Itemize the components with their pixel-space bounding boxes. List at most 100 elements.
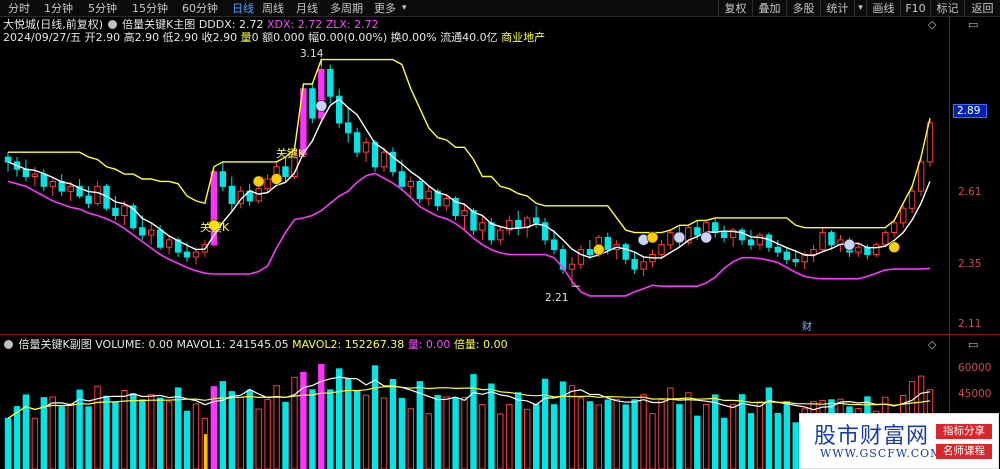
volume-bar [246, 389, 253, 469]
candle-body [94, 185, 101, 204]
volume-bar [676, 404, 683, 469]
signal-face-icon [843, 238, 856, 251]
high-price-annotation: 3.14 [300, 48, 324, 60]
mavol1-line [7, 376, 931, 419]
volume-bar [783, 401, 790, 469]
volume-bar [398, 397, 406, 469]
sub-indicator-line: 倍量关键K副图 VOLUME: 0.00 MAVOL1: 241545.05 M… [3, 338, 508, 352]
candle-body [819, 232, 826, 251]
watermark-url: WWW.GSCFW.COM [820, 447, 943, 460]
volume-bar [112, 401, 119, 469]
low-price-annotation: 2.21 [545, 292, 569, 304]
candle-body [658, 244, 665, 255]
volume-bar [416, 381, 424, 469]
candle-body [165, 239, 173, 248]
signal-face-icon [315, 100, 328, 112]
financial-report-marker[interactable]: 财 [802, 322, 812, 334]
candle-body [792, 258, 799, 263]
sub-indicator-settings-icon[interactable] [4, 340, 13, 349]
sub-collapse-diamond-icon[interactable]: ◇ [928, 339, 936, 351]
candle-body [568, 263, 576, 270]
volume-bar [407, 408, 415, 469]
price-tick-3: 2.11 [958, 318, 982, 330]
candle-body [515, 219, 522, 229]
volume-bar [121, 390, 128, 469]
current-price-tag: 2.89 [953, 104, 987, 118]
candle-body [640, 261, 647, 270]
candle-body [85, 195, 92, 204]
volume-bar [685, 392, 692, 469]
volume-bar [774, 412, 781, 469]
candle-body [362, 141, 370, 153]
volume-bar [568, 385, 576, 469]
candle-body [345, 122, 352, 134]
volume-bar [345, 378, 352, 469]
sub-indicator-name[interactable]: 倍量关键K副图 [19, 338, 92, 351]
volume-bar [461, 396, 468, 469]
sub-window-restore-icon[interactable]: ▭ [968, 339, 978, 351]
candle-body [398, 171, 406, 187]
volume-bar [67, 403, 74, 469]
volume-bar [291, 376, 298, 469]
price-tick-1: 2.61 [958, 186, 982, 198]
volume-bar [729, 403, 737, 469]
volume-bar [103, 395, 110, 469]
candle-body [900, 207, 907, 224]
candle-body [148, 229, 155, 236]
volume-bar [165, 401, 173, 469]
volume-tick-1: 60000 [958, 362, 992, 374]
candle-body [891, 222, 898, 234]
volume-bar [533, 403, 540, 469]
price-axis-divider [949, 17, 950, 469]
volume-bar [58, 406, 65, 469]
signal-face-icon [252, 175, 265, 188]
kline-chart[interactable] [0, 0, 1000, 469]
candle-body [917, 161, 925, 192]
candle-body [855, 246, 862, 253]
candle-body [67, 185, 74, 192]
mavol1-reading: MAVOL1: 241545.05 [176, 338, 289, 351]
candle-body [112, 207, 119, 216]
candle-body [425, 190, 432, 199]
candle-body [4, 156, 12, 163]
signal-face-icon [592, 243, 605, 256]
volume-bar [157, 397, 164, 469]
candle-body [622, 244, 629, 260]
volume-bar [577, 397, 585, 469]
signal-face-icon [700, 231, 713, 244]
volume-bar [425, 413, 432, 469]
pane-separator[interactable] [0, 334, 1000, 335]
volume-bar [40, 397, 47, 469]
signal-face-icon [646, 231, 659, 244]
volume-bar [613, 398, 620, 469]
volume-bar [640, 394, 647, 469]
key-k-label-1: 关键K [200, 221, 230, 234]
candle-body [264, 178, 271, 190]
bei-volume-reading: 倍量: 0.00 [453, 338, 508, 351]
candle-body [882, 232, 889, 246]
candle-body [228, 185, 236, 204]
candle-body [183, 251, 191, 258]
volume-bar [219, 381, 227, 469]
volume-tick-2: 45000 [958, 388, 992, 400]
volume-bar [85, 406, 92, 469]
candle-body [255, 188, 262, 202]
candle-body [416, 180, 424, 199]
volume-bar [130, 393, 137, 469]
volume-bar [720, 417, 728, 469]
candle-body [828, 232, 835, 246]
candle-body [720, 232, 728, 239]
volume-bar [380, 397, 388, 469]
volume-bar [237, 397, 245, 469]
volume-bar [282, 401, 289, 469]
volume-reading: VOLUME: 0.00 [95, 338, 173, 351]
watermark-title: 股市财富网 [814, 424, 930, 449]
volume-bar [756, 401, 764, 469]
volume-bar [712, 394, 719, 469]
candle-body [747, 239, 755, 246]
volume-bar [497, 413, 504, 469]
candle-body [121, 205, 128, 217]
volume-bar [703, 403, 710, 469]
volume-bar [506, 403, 513, 469]
volume-bar [479, 404, 486, 469]
